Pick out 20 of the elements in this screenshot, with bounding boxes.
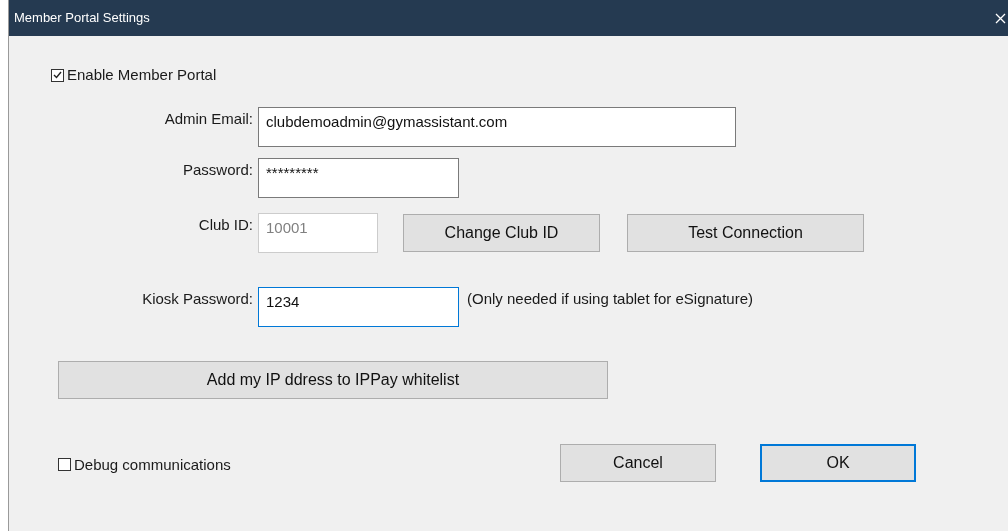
field-label: Admin Email: bbox=[163, 108, 254, 129]
input-field[interactable]: 1234 bbox=[258, 286, 459, 327]
hint-text: (Only needed if using tablet for eSignature) bbox=[467, 288, 753, 309]
checkbox-label[interactable]: Enable Member Portal bbox=[67, 64, 217, 87]
button[interactable]: Add my IP ddress to IPPay whitelist bbox=[58, 360, 608, 399]
checkbox-label[interactable]: Debug communications bbox=[74, 453, 231, 476]
button[interactable]: Test Connection bbox=[627, 213, 864, 252]
window-title: Member Portal Settings bbox=[14, 9, 150, 28]
button[interactable]: Change Club ID bbox=[403, 213, 600, 252]
input-field[interactable]: clubdemoadmin@gymassistant.com bbox=[258, 106, 736, 147]
button[interactable]: Cancel bbox=[560, 443, 716, 482]
field-label: Kiosk Password: bbox=[141, 288, 254, 309]
checkbox[interactable] bbox=[51, 68, 64, 82]
field-label: Club ID: bbox=[197, 214, 254, 235]
close-icon[interactable] bbox=[995, 12, 1006, 24]
button[interactable]: OK bbox=[760, 443, 916, 482]
checkmark-icon bbox=[53, 71, 62, 80]
input-field[interactable]: ********* bbox=[258, 157, 459, 198]
field-label: Password: bbox=[181, 159, 254, 180]
checkbox[interactable] bbox=[58, 458, 71, 472]
